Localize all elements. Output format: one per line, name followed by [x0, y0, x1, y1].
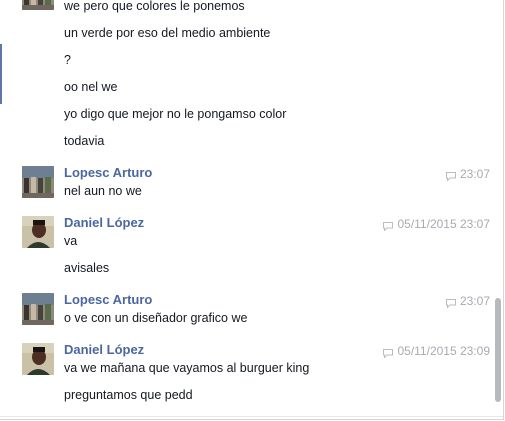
avatar-person-photo[interactable] — [22, 216, 54, 248]
message-text: va — [64, 234, 78, 248]
avatar-group-photo[interactable] — [22, 293, 54, 325]
speech-bubble-icon — [383, 347, 394, 359]
timestamp-text: 23:07 — [459, 294, 490, 308]
message-text: avisales — [64, 261, 110, 275]
avatar-person-photo[interactable] — [22, 343, 54, 375]
sender-name[interactable]: Lopesc Arturo — [64, 292, 152, 307]
speech-bubble-icon — [445, 170, 456, 182]
scrollbar-thumb[interactable] — [495, 298, 501, 402]
speech-bubble-icon — [383, 220, 394, 232]
message-group: Daniel López 05/11/2015 23:07 va avisale… — [0, 215, 490, 279]
chat-conversation-pane: we pero que colores le ponemos un verde … — [0, 0, 504, 420]
message-text: va we mañana que vayamos al burguer king — [64, 361, 310, 375]
message-text: un verde por eso del medio ambiente — [64, 26, 271, 40]
message-group: Daniel López 05/11/2015 23:09 va we maña… — [0, 342, 490, 406]
message-text: preguntamos que pedd — [64, 388, 193, 402]
message-timestamp: 05/11/2015 23:07 — [383, 217, 490, 232]
avatar-group-photo[interactable] — [22, 166, 54, 198]
message-text: we pero que colores le ponemos — [64, 0, 245, 13]
speech-bubble-icon — [445, 297, 456, 309]
sender-name[interactable]: Lopesc Arturo — [64, 165, 152, 180]
avatar-group-partial[interactable] — [22, 0, 54, 10]
message-text: yo digo que mejor no le pongamso color — [64, 107, 287, 121]
sender-name[interactable]: Daniel López — [64, 215, 144, 230]
message-group: Lopesc Arturo 23:07 nel aun no we — [0, 165, 490, 205]
sender-name[interactable]: Daniel López — [64, 342, 144, 357]
message-group: Lopesc Arturo 23:07 o ve con un diseñado… — [0, 292, 490, 332]
message-text: oo nel we — [64, 80, 118, 94]
unread-indicator — [0, 44, 2, 104]
timestamp-text: 05/11/2015 23:07 — [397, 217, 490, 231]
message-text: todavia — [64, 134, 105, 148]
divider — [0, 416, 503, 417]
timestamp-text: 05/11/2015 23:09 — [397, 344, 490, 358]
message-timestamp: 23:07 — [445, 167, 490, 182]
message-text: o ve con un diseñador grafico we — [64, 311, 248, 325]
message-timestamp: 05/11/2015 23:09 — [383, 344, 490, 359]
message-text: nel aun no we — [64, 184, 142, 198]
timestamp-text: 23:07 — [459, 167, 490, 181]
message-text: ? — [64, 53, 71, 67]
message-timestamp: 23:07 — [445, 294, 490, 309]
